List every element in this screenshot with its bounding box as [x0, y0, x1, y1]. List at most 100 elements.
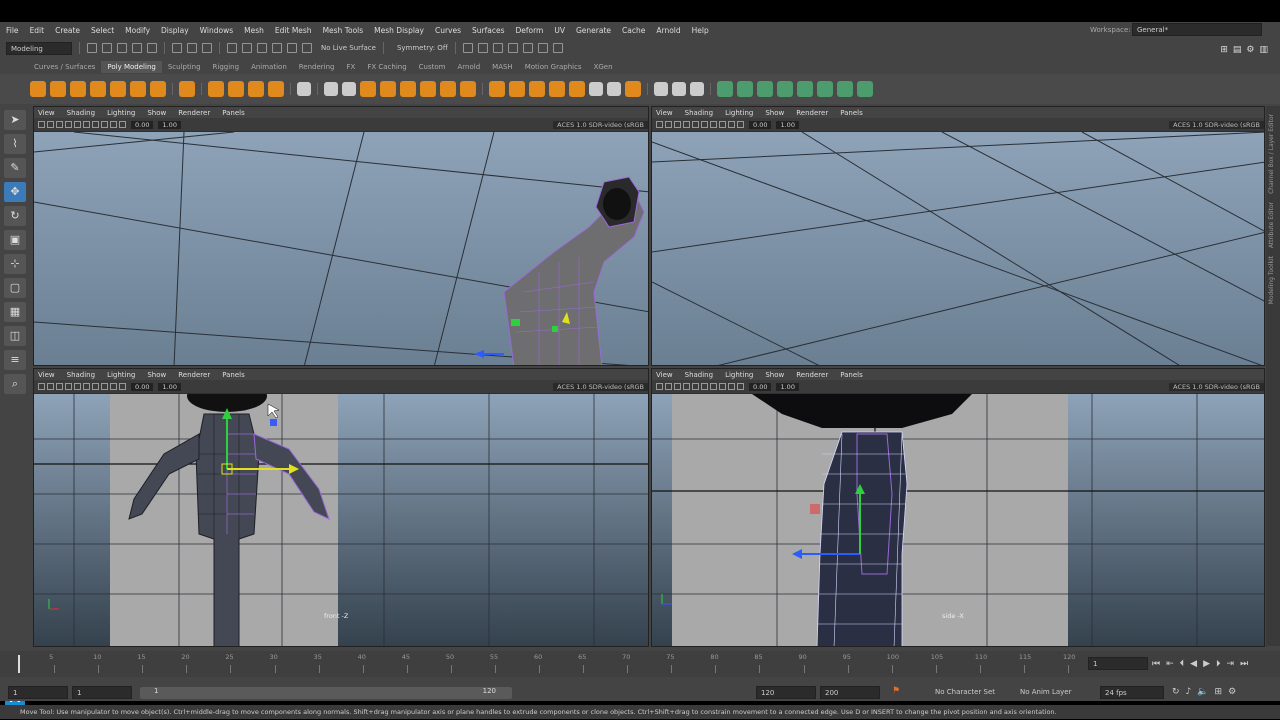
camera-icon[interactable] — [38, 383, 45, 390]
grid-icon[interactable] — [674, 383, 681, 390]
menu-edit-mesh[interactable]: Edit Mesh — [275, 26, 312, 35]
vp-menu-show[interactable]: Show — [765, 109, 784, 117]
poly-disc-icon[interactable] — [150, 81, 166, 97]
select-hierarchy-icon[interactable] — [172, 43, 182, 53]
render-settings-icon[interactable] — [507, 43, 518, 53]
wireframe-icon[interactable] — [65, 121, 72, 128]
shelf-tab-sculpting[interactable]: Sculpting — [162, 61, 207, 73]
scale-tool-icon[interactable]: ▣ — [4, 230, 26, 250]
step-back-key-icon[interactable]: ⇤ — [1166, 659, 1174, 669]
bookmark-icon[interactable] — [47, 121, 54, 128]
menu-mesh[interactable]: Mesh — [244, 26, 264, 35]
vp-menu-renderer[interactable]: Renderer — [796, 109, 828, 117]
vp-menu-show[interactable]: Show — [765, 371, 784, 379]
shadows-icon[interactable] — [719, 121, 726, 128]
shelf-tab-curves-surfaces[interactable]: Curves / Surfaces — [28, 61, 101, 73]
offset-edge-loop-icon[interactable] — [690, 82, 704, 96]
search-icon[interactable]: ⌕ — [4, 374, 26, 394]
xray-icon[interactable] — [110, 121, 117, 128]
shelf-tab-custom[interactable]: Custom — [413, 61, 452, 73]
vp-menu-renderer[interactable]: Renderer — [796, 371, 828, 379]
exposure-field[interactable]: 0.00 — [749, 120, 772, 129]
viewport-side[interactable]: View Shading Lighting Show Renderer Pane… — [651, 368, 1265, 647]
fps-dropdown[interactable]: 24 fps — [1100, 686, 1164, 699]
append-polygon-icon[interactable] — [509, 81, 525, 97]
color-space-dropdown[interactable]: ACES 1.0 SDR-video (sRGB — [1169, 120, 1264, 129]
separate-icon[interactable] — [342, 82, 356, 96]
render-sequence-icon[interactable] — [477, 43, 488, 53]
playback-end-field[interactable]: 120 — [756, 686, 816, 699]
bookmark-icon[interactable] — [47, 383, 54, 390]
lights-icon[interactable] — [92, 383, 99, 390]
undo-icon[interactable] — [132, 43, 142, 53]
menu-select[interactable]: Select — [91, 26, 114, 35]
smooth-shade-icon[interactable] — [74, 121, 81, 128]
magnet-icon[interactable] — [302, 43, 312, 53]
svg-icon[interactable] — [268, 81, 284, 97]
modeling-toolkit-toggle-icon[interactable]: ⊞ — [1220, 45, 1228, 55]
workspace-dropdown[interactable]: General* — [1132, 23, 1262, 36]
channel-box-toggle-icon[interactable]: ▥ — [1259, 45, 1268, 55]
shelf-tab-rendering[interactable]: Rendering — [293, 61, 341, 73]
exposure-field[interactable]: 0.00 — [131, 382, 154, 391]
xray-icon[interactable] — [110, 383, 117, 390]
boolean-icon[interactable] — [380, 81, 396, 97]
mirror-icon[interactable] — [400, 81, 416, 97]
viewport-canvas[interactable]: side -X — [652, 394, 1264, 646]
vp-menu-shading[interactable]: Shading — [685, 109, 713, 117]
connect-icon[interactable] — [589, 82, 603, 96]
vp-menu-renderer[interactable]: Renderer — [178, 371, 210, 379]
loop-icon[interactable]: ↻ — [1172, 687, 1180, 697]
step-forward-frame-icon[interactable]: ⏵ — [1216, 659, 1221, 669]
manip-green-handle[interactable] — [511, 319, 520, 326]
menu-cache[interactable]: Cache — [622, 26, 645, 35]
bevel-icon[interactable] — [460, 81, 476, 97]
poly-cone-icon[interactable] — [90, 81, 106, 97]
smooth-shade-icon[interactable] — [692, 383, 699, 390]
vp-menu-panels[interactable]: Panels — [840, 109, 863, 117]
two-view-icon[interactable]: ◫ — [4, 326, 26, 346]
symmetry-dropdown[interactable]: Symmetry: Off — [397, 44, 448, 52]
sweep-mesh-icon[interactable] — [228, 81, 244, 97]
multi-cut-icon[interactable] — [654, 82, 668, 96]
redo-icon[interactable] — [147, 43, 157, 53]
quad-draw-icon[interactable] — [625, 81, 641, 97]
smooth-icon[interactable] — [360, 81, 376, 97]
gamma-field[interactable]: 1.00 — [158, 382, 181, 391]
menu-help[interactable]: Help — [692, 26, 709, 35]
viewport-persp-2[interactable]: View Shading Lighting Show Renderer Pane… — [651, 106, 1265, 366]
merge-icon[interactable] — [549, 81, 565, 97]
poly-sphere-icon[interactable] — [30, 81, 46, 97]
menu-generate[interactable]: Generate — [576, 26, 611, 35]
step-forward-key-icon[interactable]: ⇥ — [1227, 659, 1235, 669]
tool-settings-toggle-icon[interactable]: ⚙ — [1246, 45, 1254, 55]
vp-menu-shading[interactable]: Shading — [685, 371, 713, 379]
show-manipulator-icon[interactable]: ⊹ — [4, 254, 26, 274]
shadows-icon[interactable] — [101, 383, 108, 390]
vp-menu-panels[interactable]: Panels — [222, 109, 245, 117]
lights-icon[interactable] — [710, 121, 717, 128]
smooth-shade-icon[interactable] — [692, 121, 699, 128]
reduce-icon[interactable] — [717, 81, 733, 97]
speaker-icon[interactable]: 🔈 — [1197, 687, 1208, 697]
bookmark-icon[interactable] — [665, 121, 672, 128]
viewport-canvas[interactable] — [652, 131, 1264, 365]
viewport-canvas[interactable]: front -Z — [34, 380, 648, 646]
attribute-editor-toggle-icon[interactable]: ▤ — [1233, 45, 1242, 55]
menu-deform[interactable]: Deform — [515, 26, 543, 35]
collapse-icon[interactable] — [529, 81, 545, 97]
vp-menu-shading[interactable]: Shading — [67, 371, 95, 379]
gamma-field[interactable]: 1.00 — [158, 120, 181, 129]
shelf-tab-poly-modeling[interactable]: Poly Modeling — [101, 61, 162, 73]
isolate-icon[interactable] — [737, 383, 744, 390]
pause-icon[interactable] — [552, 43, 563, 53]
vp-menu-view[interactable]: View — [38, 109, 55, 117]
menu-curves[interactable]: Curves — [435, 26, 461, 35]
attribute-editor-tab[interactable]: Attribute Editor — [1268, 202, 1275, 248]
cleanup-icon[interactable] — [817, 81, 833, 97]
textured-icon[interactable] — [83, 121, 90, 128]
color-space-dropdown[interactable]: ACES 1.0 SDR-video (sRGB — [553, 382, 648, 391]
vp-menu-show[interactable]: Show — [147, 109, 166, 117]
bridge-icon[interactable] — [420, 81, 436, 97]
retopologize-icon[interactable] — [757, 81, 773, 97]
